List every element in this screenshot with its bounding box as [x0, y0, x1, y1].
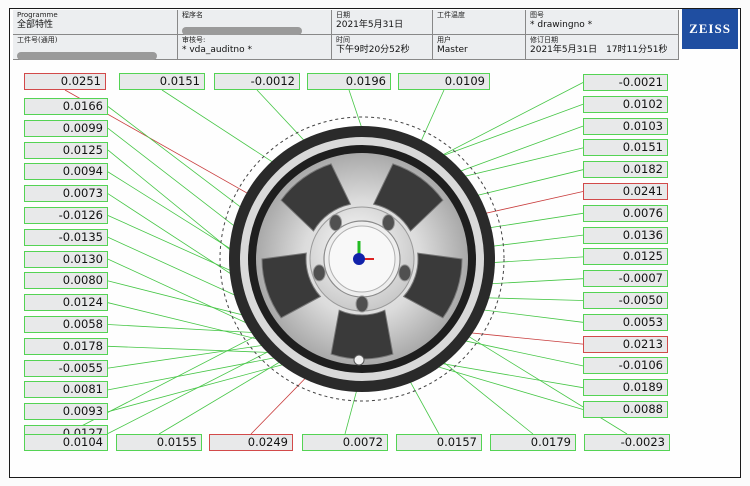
measurement-value-left-12: 0.0178 [24, 337, 108, 355]
measurement-value-right-8: 0.0136 [583, 226, 668, 244]
bolt-hole-5 [329, 214, 343, 232]
measurement-value-right-2: 0.0102 [583, 95, 668, 113]
measurement-value-right-3: 0.0103 [583, 117, 668, 135]
measurement-value-bottom-7: -0.0023 [584, 434, 670, 451]
measurement-value-left-9: 0.0080 [24, 272, 108, 290]
spoke-window-3 [330, 309, 394, 360]
measurement-value-left-14: 0.0081 [24, 381, 108, 399]
measurement-value-top-5: 0.0109 [398, 73, 490, 90]
measurement-value-bottom-3: 0.0249 [209, 434, 293, 451]
measurement-value-bottom-4: 0.0072 [302, 434, 388, 451]
measurement-value-right-1: -0.0021 [583, 74, 668, 91]
measurement-value-right-15: 0.0189 [583, 379, 668, 397]
measurement-value-right-11: -0.0050 [583, 292, 668, 309]
measurement-value-left-2: 0.0099 [24, 119, 108, 137]
measurement-value-top-1: 0.0251 [24, 73, 106, 90]
measurement-value-right-12: 0.0053 [583, 313, 668, 331]
valve-hole [353, 354, 365, 366]
measurement-value-left-3: 0.0125 [24, 141, 108, 159]
measurement-value-left-10: 0.0124 [24, 294, 108, 312]
cmm-report-page: Programme 全部特性 工件号(通用) 程序名 审核号: * vda_au… [0, 0, 750, 486]
measurement-value-top-3: -0.0012 [214, 73, 300, 90]
measurement-value-right-13: 0.0213 [583, 335, 668, 353]
measurement-value-bottom-6: 0.0179 [490, 434, 576, 451]
measurement-value-bottom-5: 0.0157 [396, 434, 482, 451]
bolt-hole-4 [312, 264, 326, 282]
measurement-value-right-7: 0.0076 [583, 204, 668, 222]
measurement-value-left-15: 0.0093 [24, 403, 108, 421]
measurement-value-left-7: -0.0135 [24, 228, 108, 246]
bolt-hole-2 [398, 264, 412, 282]
measurement-value-right-5: 0.0182 [583, 161, 668, 179]
bolt-hole-3 [355, 295, 369, 313]
measurement-value-left-6: -0.0126 [24, 207, 108, 224]
measurement-value-left-1: 0.0166 [24, 98, 108, 115]
coordinate-origin [353, 253, 365, 265]
measurement-value-right-6: 0.0241 [583, 183, 668, 200]
measurement-value-left-5: 0.0073 [24, 185, 108, 203]
measurement-value-top-2: 0.0151 [119, 73, 205, 90]
measurement-value-left-8: 0.0130 [24, 250, 108, 268]
measurement-value-bottom-2: 0.0155 [116, 434, 202, 451]
measurement-value-top-4: 0.0196 [307, 73, 391, 90]
measurement-value-bottom-1: 0.0104 [24, 434, 108, 451]
measurement-value-left-11: 0.0058 [24, 316, 108, 333]
bolt-hole-1 [381, 214, 395, 232]
measurement-value-left-13: -0.0055 [24, 359, 108, 377]
measurement-value-right-9: 0.0125 [583, 248, 668, 266]
measurement-value-right-14: -0.0106 [583, 357, 668, 375]
measurement-value-right-4: 0.0151 [583, 139, 668, 157]
measurement-value-right-16: 0.0088 [583, 401, 668, 418]
measurement-value-right-10: -0.0007 [583, 270, 668, 288]
measurement-value-left-4: 0.0094 [24, 163, 108, 181]
